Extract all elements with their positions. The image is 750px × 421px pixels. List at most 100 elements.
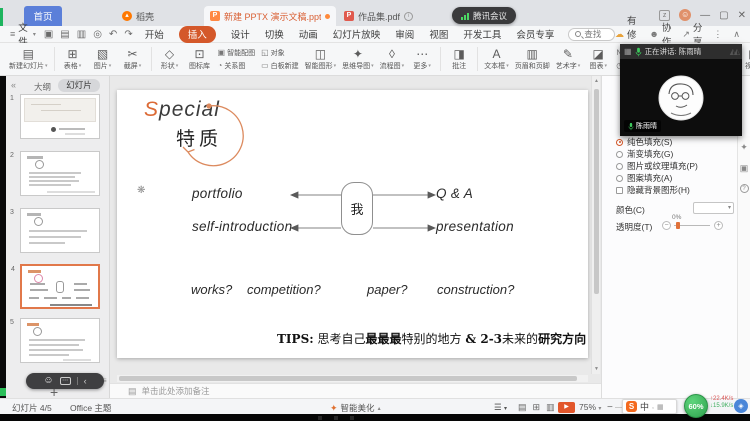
- toolbar-智能配图[interactable]: ▣ 智能配图: [218, 48, 256, 58]
- ribbon-tab-审阅[interactable]: 审阅: [395, 27, 414, 41]
- sorter-view-icon[interactable]: ⊞: [533, 402, 541, 413]
- collapse-panel-icon[interactable]: «: [11, 80, 16, 90]
- toolbar-图标库[interactable]: ⊡ 图标库: [185, 44, 215, 75]
- layout-grid-icon[interactable]: ▦: [624, 47, 632, 56]
- command-search[interactable]: 查找: [568, 27, 615, 41]
- toolbar-新建幻灯片[interactable]: ▤ 新建幻灯片 ▾: [6, 44, 51, 75]
- toolbar-思维导图[interactable]: ✦ 思维导图 ▾: [339, 44, 377, 75]
- slideshow-play-button[interactable]: ▶: [558, 401, 575, 413]
- toolbar-截屏[interactable]: ✂ 截屏 ▾: [118, 44, 148, 75]
- chevron-left-icon[interactable]: ‹: [84, 376, 87, 386]
- ribbon-tab-幻灯片放映[interactable]: 幻灯片放映: [333, 27, 381, 41]
- horizontal-scrollbar[interactable]: [117, 375, 588, 382]
- tab-presentation-document[interactable]: P 新建 PPTX 演示文稿.pptx: [204, 6, 336, 26]
- notes-toggle[interactable]: ☰ ▾: [494, 402, 507, 413]
- ime-toolbar[interactable]: S 中 , ▦: [622, 399, 677, 414]
- toolbar-更多[interactable]: ⋯ 更多 ▾: [407, 44, 437, 75]
- ribbon-tab-设计[interactable]: 设计: [231, 27, 250, 41]
- toolbar-表格[interactable]: ⊞ 表格 ▾: [58, 44, 88, 75]
- question-construction[interactable]: construction?: [437, 282, 514, 297]
- smart-beautify-button[interactable]: ✦ 智能美化 ▴: [330, 402, 381, 414]
- question-competition[interactable]: competition?: [247, 282, 321, 297]
- floating-app-ball[interactable]: ◈: [734, 399, 748, 413]
- effects-icon[interactable]: ✦: [740, 142, 748, 153]
- fill-option-纯色填充(S)[interactable]: 纯色填充(S): [616, 136, 732, 148]
- scroll-up-icon[interactable]: ▲: [593, 78, 600, 84]
- ime-language[interactable]: 中: [640, 400, 649, 413]
- taskbar-icon[interactable]: [350, 415, 354, 420]
- slide-canvas[interactable]: Special 特质 ❋ portfolio self-introduction…: [117, 90, 588, 358]
- toolbar-文本框[interactable]: A 文本框 ▾: [481, 44, 512, 75]
- ribbon-tab-动画[interactable]: 动画: [299, 27, 318, 41]
- toolbar-对象[interactable]: ◱ 对象: [261, 48, 299, 58]
- tab-docer[interactable]: ▴ 稻壳: [116, 6, 160, 26]
- tab-slides[interactable]: 幻灯片: [58, 79, 100, 92]
- tab-pdf-document[interactable]: P 作品集.pdf i: [338, 6, 450, 26]
- radio-control[interactable]: [616, 162, 623, 170]
- zoom-out-button[interactable]: −: [607, 402, 613, 413]
- keyboard-icon[interactable]: ▦: [657, 403, 664, 411]
- slide-thumbnail-5[interactable]: 5: [10, 318, 100, 363]
- slide-thumbnail-2[interactable]: 2: [10, 151, 100, 196]
- ribbon-tab-会员专享[interactable]: 会员专享: [516, 27, 554, 41]
- toolbar-页眉和页脚[interactable]: ▥ 页眉和页脚: [512, 44, 553, 75]
- theme-name[interactable]: Office 主题: [70, 402, 111, 414]
- checkbox-control[interactable]: [616, 186, 623, 194]
- taskbar-icon[interactable]: [334, 415, 338, 420]
- vertical-scrollbar[interactable]: ▲ ▼: [591, 76, 600, 374]
- redo-icon[interactable]: ↷: [124, 29, 132, 40]
- ribbon-tab-开发工具[interactable]: 开发工具: [463, 27, 501, 41]
- radio-control[interactable]: [616, 174, 623, 182]
- ribbon-tab-视图[interactable]: 视图: [429, 27, 448, 41]
- meeting-reaction-bar[interactable]: ☺ ⋯ ‹: [26, 373, 104, 389]
- emoji-icon[interactable]: ☺: [43, 376, 53, 386]
- question-works[interactable]: works?: [191, 282, 232, 297]
- tips-text[interactable]: TIPS: 思考自己最最最特别的地方 & 2-3未来的研究方向: [277, 330, 586, 347]
- slide-thumbnail-1[interactable]: 1: [10, 94, 100, 139]
- booster-ball[interactable]: 60%: [684, 394, 708, 418]
- toolbar-图表[interactable]: ◪ 图表 ▾: [583, 44, 613, 75]
- collapse-ribbon-icon[interactable]: ∧: [733, 29, 740, 40]
- ime-punct-icon[interactable]: ,: [652, 403, 654, 410]
- ribbon-tab-开始[interactable]: 开始: [145, 27, 164, 41]
- transparency-plus-button[interactable]: +: [714, 221, 723, 230]
- transparency-minus-button[interactable]: −: [662, 221, 671, 230]
- radio-control[interactable]: [616, 150, 623, 158]
- ribbon-tab-插入[interactable]: 插入: [178, 25, 216, 43]
- radio-control[interactable]: [616, 138, 623, 146]
- meeting-video-overlay[interactable]: ▦ 正在讲话: 陈雨晴 ◭◭ 陈雨晴: [620, 44, 742, 136]
- notes-bar[interactable]: ▤ 单击此处添加备注: [110, 383, 601, 398]
- meeting-floating-pill[interactable]: 腾讯会议: [452, 7, 517, 24]
- toolbar-关系图[interactable]: ◔ 关系图: [218, 61, 256, 71]
- toolbar-艺术字[interactable]: ✎ 艺术字 ▾: [553, 44, 584, 75]
- chat-icon[interactable]: ⋯: [59, 377, 71, 385]
- slide-thumbnail-4-selected[interactable]: 4: [11, 264, 100, 309]
- undo-icon[interactable]: ↶: [109, 29, 117, 40]
- zoom-level[interactable]: 75% ▾: [579, 402, 601, 412]
- help-icon[interactable]: ?: [739, 184, 749, 193]
- toolbar-图片[interactable]: ▧ 图片 ▾: [88, 44, 118, 75]
- tab-outline[interactable]: 大纲: [34, 81, 51, 93]
- fill-option-隐藏背景图形(H)[interactable]: 隐藏背景图形(H): [616, 184, 732, 196]
- taskbar-icon[interactable]: [318, 415, 322, 420]
- scroll-down-icon[interactable]: ▼: [593, 366, 600, 372]
- toolbar-流程图[interactable]: ◊ 流程图 ▾: [377, 44, 408, 75]
- toolbar-形状[interactable]: ◇ 形状 ▾: [155, 44, 185, 75]
- layout-icon[interactable]: ▣: [740, 163, 749, 174]
- transparency-slider-thumb[interactable]: [676, 222, 680, 229]
- reading-view-icon[interactable]: ▥: [546, 402, 555, 413]
- fill-option-渐变填充(G)[interactable]: 渐变填充(G): [616, 148, 732, 160]
- preview-icon[interactable]: ◎: [93, 29, 102, 40]
- ribbon-tab-切换[interactable]: 切换: [265, 27, 284, 41]
- scrollbar-thumb[interactable]: [594, 89, 599, 294]
- scrollbar-thumb[interactable]: [119, 376, 577, 381]
- more-menu-icon[interactable]: ⋮: [713, 29, 722, 40]
- slide-thumbnail-3[interactable]: 3: [10, 208, 100, 253]
- fill-option-图片或纹理填充(P)[interactable]: 图片或纹理填充(P): [616, 160, 732, 172]
- toolbar-白板新建[interactable]: ▭ 白板新建: [261, 61, 299, 71]
- fill-option-图案填充(A)[interactable]: 图案填充(A): [616, 172, 732, 184]
- question-paper[interactable]: paper?: [367, 282, 407, 297]
- normal-view-icon[interactable]: ▤: [518, 402, 527, 413]
- save-icon[interactable]: ▣: [44, 29, 53, 40]
- toolbar-智能图形[interactable]: ◫ 智能图形 ▾: [302, 44, 340, 75]
